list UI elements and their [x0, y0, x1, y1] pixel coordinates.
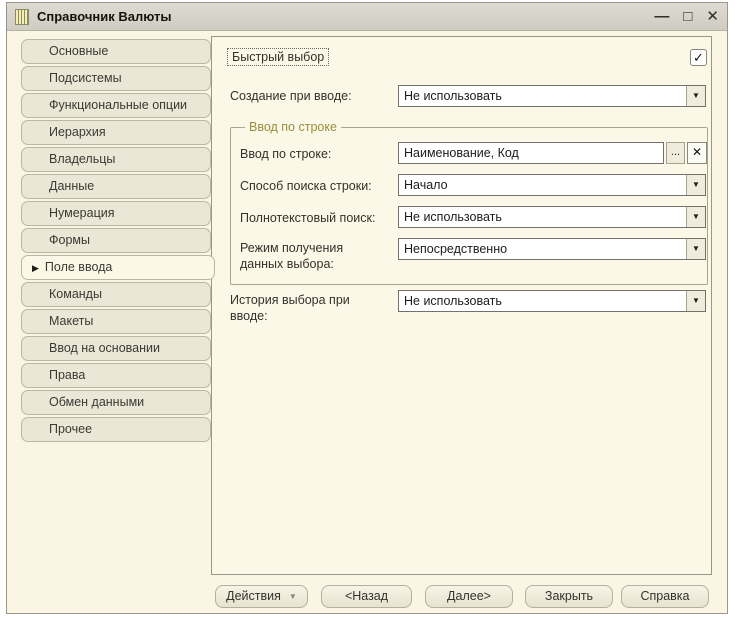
groupbox-title: Ввод по строке — [245, 120, 341, 134]
window-title: Справочник Валюты — [37, 9, 171, 24]
selected-tab-arrow-icon: ▶ — [32, 257, 39, 280]
maximize-icon[interactable]: □ — [683, 9, 692, 25]
choice-data-mode-value: Непосредственно — [399, 239, 686, 259]
sidebar-item-ierarhiya[interactable]: Иерархия — [21, 120, 211, 145]
close-icon[interactable]: ✕ — [706, 9, 719, 25]
clear-icon: ✕ — [692, 145, 702, 159]
fulltext-search-label: Полнотекстовый поиск: — [240, 211, 375, 225]
dropdown-arrow-icon[interactable]: ▼ — [686, 291, 705, 311]
actions-dropdown-arrow-icon: ▼ — [289, 586, 297, 607]
search-method-select[interactable]: Начало ▼ — [398, 174, 706, 196]
search-method-value: Начало — [399, 175, 686, 195]
sidebar-item-vladelcy[interactable]: Владельцы — [21, 147, 211, 172]
input-by-string-field[interactable]: Наименование, Код — [398, 142, 664, 164]
title-bar: Справочник Валюты — □ ✕ — [7, 3, 727, 31]
search-method-label: Способ поиска строки: — [240, 179, 372, 193]
quick-choice-checkbox[interactable]: ✓ — [690, 49, 707, 66]
back-button[interactable]: <Назад — [321, 585, 412, 608]
sidebar-item-prava[interactable]: Права — [21, 363, 211, 388]
content-panel: Быстрый выбор ✓ Создание при вводе: Не и… — [211, 36, 712, 575]
input-by-string-value: Наименование, Код — [399, 143, 663, 163]
history-select[interactable]: Не использовать ▼ — [398, 290, 706, 312]
dropdown-arrow-icon[interactable]: ▼ — [686, 86, 705, 106]
create-on-input-value: Не использовать — [399, 86, 686, 106]
ellipsis-button[interactable]: ... — [666, 142, 685, 164]
sidebar-item-pole-vvoda[interactable]: ▶ Поле ввода — [21, 255, 215, 280]
history-value: Не использовать — [399, 291, 686, 311]
sidebar-item-formy[interactable]: Формы — [21, 228, 211, 253]
sidebar-tabs: Основные Подсистемы Функциональные опции… — [21, 39, 213, 442]
fulltext-search-value: Не использовать — [399, 207, 686, 227]
sidebar-item-obmen-dannymi[interactable]: Обмен данными — [21, 390, 211, 415]
sidebar-item-numeraciya[interactable]: Нумерация — [21, 201, 211, 226]
create-on-input-select[interactable]: Не использовать ▼ — [398, 85, 706, 107]
dialog-window: Справочник Валюты — □ ✕ Основные Подсист… — [6, 2, 728, 614]
sidebar-item-vvod-na-osnovanii[interactable]: Ввод на основании — [21, 336, 211, 361]
actions-button-label: Действия — [226, 586, 281, 607]
dropdown-arrow-icon[interactable]: ▼ — [686, 239, 705, 259]
clear-button[interactable]: ✕ — [687, 142, 707, 164]
window-controls: — □ ✕ — [654, 9, 719, 25]
quick-choice-label[interactable]: Быстрый выбор — [227, 48, 329, 66]
help-button[interactable]: Справка — [621, 585, 709, 608]
dropdown-arrow-icon[interactable]: ▼ — [686, 207, 705, 227]
window-icon — [15, 9, 29, 25]
choice-data-mode-label: Режим получения данных выбора: — [240, 240, 370, 273]
sidebar-item-komandy[interactable]: Команды — [21, 282, 211, 307]
sidebar-item-osnovnye[interactable]: Основные — [21, 39, 211, 64]
minimize-icon[interactable]: — — [654, 9, 669, 25]
history-label: История выбора при вводе: — [230, 292, 360, 325]
create-on-input-label: Создание при вводе: — [230, 89, 352, 103]
sidebar-item-funkcionalnye-opcii[interactable]: Функциональные опции — [21, 93, 211, 118]
fulltext-search-select[interactable]: Не использовать ▼ — [398, 206, 706, 228]
sidebar-item-podsistemy[interactable]: Подсистемы — [21, 66, 211, 91]
close-button[interactable]: Закрыть — [525, 585, 613, 608]
sidebar-item-prochee[interactable]: Прочее — [21, 417, 211, 442]
actions-button[interactable]: Действия ▼ — [215, 585, 308, 608]
sidebar-item-dannye[interactable]: Данные — [21, 174, 211, 199]
choice-data-mode-select[interactable]: Непосредственно ▼ — [398, 238, 706, 260]
dropdown-arrow-icon[interactable]: ▼ — [686, 175, 705, 195]
checkmark-icon: ✓ — [693, 50, 704, 65]
sidebar-item-label: Поле ввода — [45, 260, 112, 274]
input-by-string-label: Ввод по строке: — [240, 147, 331, 161]
sidebar-item-makety[interactable]: Макеты — [21, 309, 211, 334]
next-button[interactable]: Далее> — [425, 585, 513, 608]
